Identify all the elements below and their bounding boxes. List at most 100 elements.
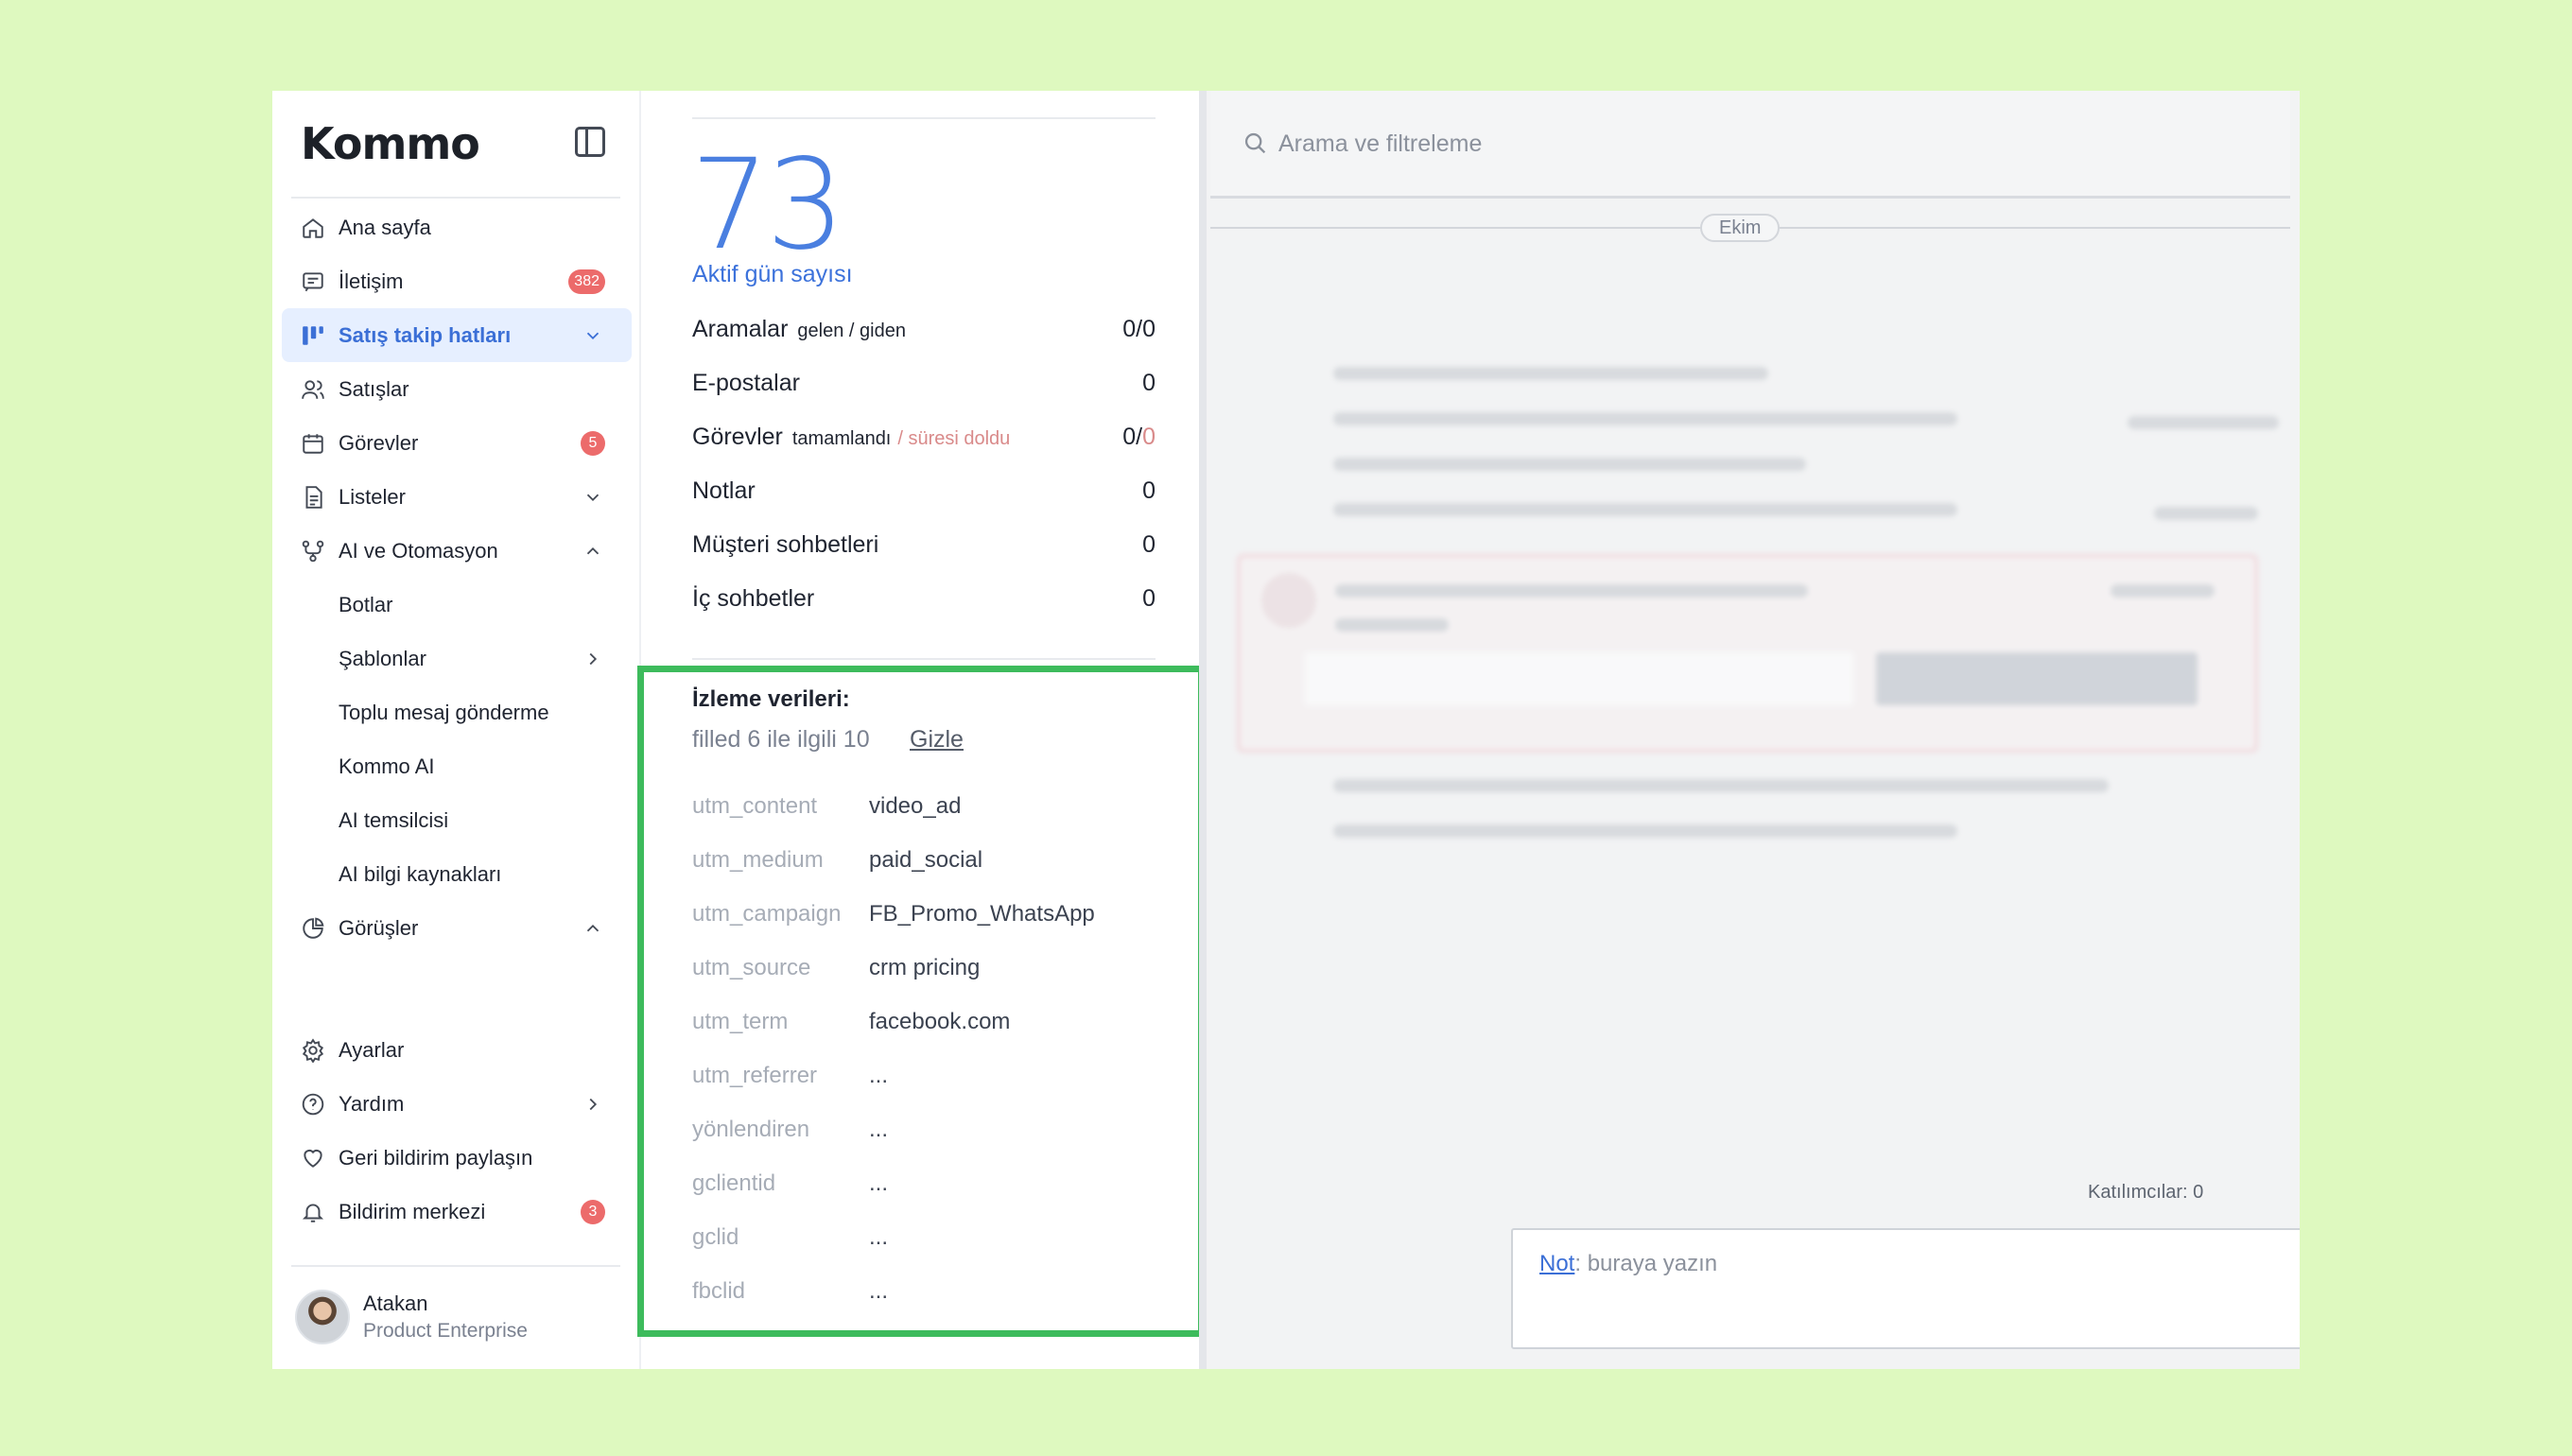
tracking-value[interactable]: paid_social	[869, 847, 982, 874]
tracking-key: gclid	[692, 1223, 739, 1250]
tracking-value[interactable]: ...	[869, 1224, 888, 1251]
divider	[692, 117, 1156, 119]
sidebar-item-templates[interactable]: Şablonlar	[282, 632, 632, 685]
sidebar-item-label: Toplu mesaj gönderme	[339, 700, 549, 724]
tracking-row: yönlendiren...	[692, 1102, 1146, 1156]
sidebar-item-label: Bildirim merkezi	[339, 1199, 486, 1223]
feed-entry	[1335, 618, 1449, 632]
chevron-down-icon[interactable]	[582, 487, 603, 508]
feed-entry	[2128, 416, 2279, 429]
avatar	[1261, 573, 1316, 628]
chevron-down-icon[interactable]	[582, 325, 603, 346]
sidebar-item-ai-knowledge[interactable]: AI bilgi kaynakları	[282, 847, 632, 901]
stat-row-customer-chats: Müşteri sohbetleri 0	[692, 518, 1156, 572]
stat-sublabel-overdue: / süresi doldu	[897, 428, 1011, 449]
sidebar-item-settings[interactable]: Ayarlar	[282, 1023, 632, 1077]
tracking-value[interactable]: ...	[869, 1117, 888, 1143]
tracking-summary: filled 6 ile ilgili 10	[692, 726, 870, 753]
sidebar-item-label: İletişim	[339, 269, 404, 293]
sidebar-item-pipelines[interactable]: Satış takip hatları	[282, 308, 632, 362]
tracking-row: utm_term facebook.com	[692, 995, 1146, 1049]
stat-value: 0	[1142, 477, 1156, 504]
stat-value: 0	[1142, 370, 1156, 396]
tracking-value[interactable]: ...	[869, 1170, 888, 1197]
activity-feed-panel: Arama ve filtreleme Ekim Katılımcılar: 0	[1199, 91, 2300, 1369]
sidebar-item-feedback[interactable]: Geri bildirim paylaşın	[282, 1131, 632, 1185]
lead-stats-panel: 73 Aktif gün sayısı Aramalar gelen / gide…	[637, 91, 1205, 1369]
list-icon	[301, 485, 325, 510]
note-input[interactable]: Not: buraya yazın	[1511, 1228, 2300, 1349]
users-icon	[301, 377, 325, 402]
feed-entry	[1333, 779, 2109, 792]
tracking-key: utm_term	[692, 1008, 789, 1034]
sidebar-item-label: AI bilgi kaynakları	[339, 861, 502, 886]
stat-row-notes: Notlar 0	[692, 464, 1156, 518]
sidebar-item-home[interactable]: Ana sayfa	[282, 200, 632, 254]
sidebar-item-insights[interactable]: Görüşler	[282, 901, 632, 955]
feed-entry	[1335, 584, 1808, 598]
sidebar-item-ai-automation[interactable]: AI ve Otomasyon	[282, 524, 632, 578]
divider	[291, 1265, 620, 1267]
home-icon	[301, 216, 325, 240]
date-label: Ekim	[1700, 214, 1781, 242]
sidebar-item-label: Geri bildirim paylaşın	[339, 1145, 533, 1170]
tracking-value[interactable]: FB_Promo_WhatsApp	[869, 901, 1095, 927]
sidebar-item-broadcast[interactable]: Toplu mesaj gönderme	[282, 685, 632, 739]
sidebar-item-tasks[interactable]: Görevler 5	[282, 416, 632, 470]
stat-row-emails: E-postalar 0	[692, 356, 1156, 410]
chevron-right-icon[interactable]	[582, 649, 603, 669]
tracking-value[interactable]: facebook.com	[869, 1009, 1010, 1035]
pipeline-icon	[301, 323, 325, 348]
chevron-up-icon[interactable]	[582, 918, 603, 939]
feed-entry	[1333, 503, 1957, 516]
tracking-value[interactable]: ...	[869, 1278, 888, 1305]
sidebar-item-ai-agent[interactable]: AI temsilcisi	[282, 793, 632, 847]
sidebar-item-help[interactable]: Yardım	[282, 1077, 632, 1131]
stat-row-internal-chats: İç sohbetler 0	[692, 572, 1156, 626]
sidebar-item-contacts[interactable]: İletişim 382	[282, 254, 632, 308]
tracking-key: utm_medium	[692, 846, 824, 873]
notification-count-badge: 3	[581, 1200, 605, 1224]
tracking-row: fbclid...	[692, 1264, 1146, 1318]
panel-divider	[1199, 91, 1207, 1369]
tracking-value[interactable]: ...	[869, 1063, 888, 1089]
tracking-row: gclid...	[692, 1210, 1146, 1264]
tracking-title: İzleme verileri:	[692, 686, 850, 712]
sidebar-item-lists[interactable]: Listeler	[282, 470, 632, 524]
feed-entry	[1333, 367, 1768, 380]
chevron-up-icon[interactable]	[582, 541, 603, 562]
stat-row-calls: Aramalar gelen / giden 0/0	[692, 303, 1156, 356]
chevron-right-icon[interactable]	[582, 1094, 603, 1115]
tracking-row: gclientid...	[692, 1156, 1146, 1210]
search-input[interactable]: Arama ve filtreleme	[1210, 91, 2290, 199]
stat-label: Müşteri sohbetleri	[692, 531, 879, 558]
sidebar-item-sales[interactable]: Satışlar	[282, 362, 632, 416]
sidebar-item-bots[interactable]: Botlar	[282, 578, 632, 632]
tracking-key: utm_content	[692, 792, 818, 819]
hide-tracking-link[interactable]: Gizle	[910, 726, 964, 754]
tracking-key: utm_source	[692, 954, 811, 980]
tracking-row: utm_medium paid_social	[692, 833, 1146, 887]
tracking-row: utm_campaign FB_Promo_WhatsApp	[692, 887, 1146, 941]
sidebar-collapse-icon[interactable]	[575, 127, 605, 157]
tracking-key: yönlendiren	[692, 1116, 810, 1142]
sidebar-bottom-nav: Ayarlar Yardım Geri bildirim paylaşın Bi…	[282, 1023, 632, 1239]
avatar	[295, 1290, 350, 1344]
tracking-value[interactable]: video_ad	[869, 793, 961, 820]
gear-icon	[301, 1038, 325, 1063]
user-role: Product Enterprise	[363, 1319, 528, 1342]
sidebar-item-label: AI ve Otomasyon	[339, 538, 498, 563]
user-profile[interactable]: Atakan Product Enterprise	[295, 1290, 528, 1344]
logo-text: Kommo	[301, 118, 480, 169]
stat-value-overdue: 0	[1142, 424, 1156, 450]
stat-value: 0	[1142, 531, 1156, 558]
sidebar-item-label: AI temsilcisi	[339, 807, 449, 832]
note-type-link[interactable]: Not	[1539, 1251, 1574, 1276]
tracking-row: utm_content video_ad	[692, 779, 1146, 833]
sidebar-item-kommo-ai[interactable]: Kommo AI	[282, 739, 632, 793]
feed-entry	[1333, 824, 1957, 838]
tracking-value[interactable]: crm pricing	[869, 955, 980, 981]
active-days-label: Aktif gün sayısı	[692, 261, 853, 287]
sidebar-item-notifications[interactable]: Bildirim merkezi 3	[282, 1185, 632, 1239]
kommo-logo[interactable]: Kommo	[301, 117, 480, 170]
